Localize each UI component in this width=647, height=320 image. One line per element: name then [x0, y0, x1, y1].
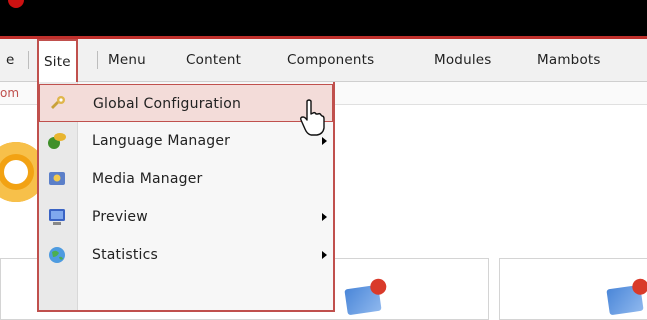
menu-item-partial[interactable]: e: [6, 39, 15, 81]
logo-icon: [8, 0, 24, 8]
menu-item-menu[interactable]: Menu: [108, 39, 146, 81]
dropdown-item-statistics[interactable]: Statistics: [39, 236, 333, 274]
media-icon: [49, 172, 65, 185]
menu-separator: [28, 51, 29, 69]
top-header-bar: [0, 0, 647, 36]
menu-item-content[interactable]: Content: [186, 39, 241, 81]
menu-item-mambots[interactable]: Mambots: [537, 39, 601, 81]
menu-item-components[interactable]: Components: [287, 39, 374, 81]
menu-separator: [97, 51, 98, 69]
dropdown-item-label: Preview: [92, 209, 148, 225]
dropdown-item-label: Statistics: [92, 247, 158, 263]
dropdown-item-language-manager[interactable]: Language Manager: [39, 122, 333, 160]
submenu-arrow-icon: [322, 213, 327, 221]
dropdown-item-preview[interactable]: Preview: [39, 198, 333, 236]
module-icon: [344, 277, 388, 316]
module-icon: [606, 277, 647, 316]
breadcrumb-fragment: om: [0, 86, 20, 100]
globe-icon: [49, 247, 65, 263]
menu-item-modules[interactable]: Modules: [434, 39, 492, 81]
main-menubar: e Site Menu Content Components Modules M…: [0, 39, 647, 82]
dropdown-item-label: Global Configuration: [93, 96, 242, 112]
dropdown-item-global-configuration[interactable]: Global Configuration: [39, 84, 333, 122]
hand-cursor-icon: [300, 99, 325, 136]
menu-item-site[interactable]: Site: [37, 39, 78, 82]
language-icon: [48, 133, 66, 149]
dropdown-item-media-manager[interactable]: Media Manager: [39, 160, 333, 198]
monitor-icon: [49, 209, 65, 225]
submenu-arrow-icon: [322, 137, 327, 145]
content-panel-right: [499, 258, 647, 320]
site-dropdown-menu: Global Configuration Language Manager Me…: [37, 82, 335, 312]
submenu-arrow-icon: [322, 251, 327, 259]
dropdown-item-label: Media Manager: [92, 171, 203, 187]
wrench-icon: [51, 96, 65, 109]
dropdown-item-label: Language Manager: [92, 133, 231, 149]
